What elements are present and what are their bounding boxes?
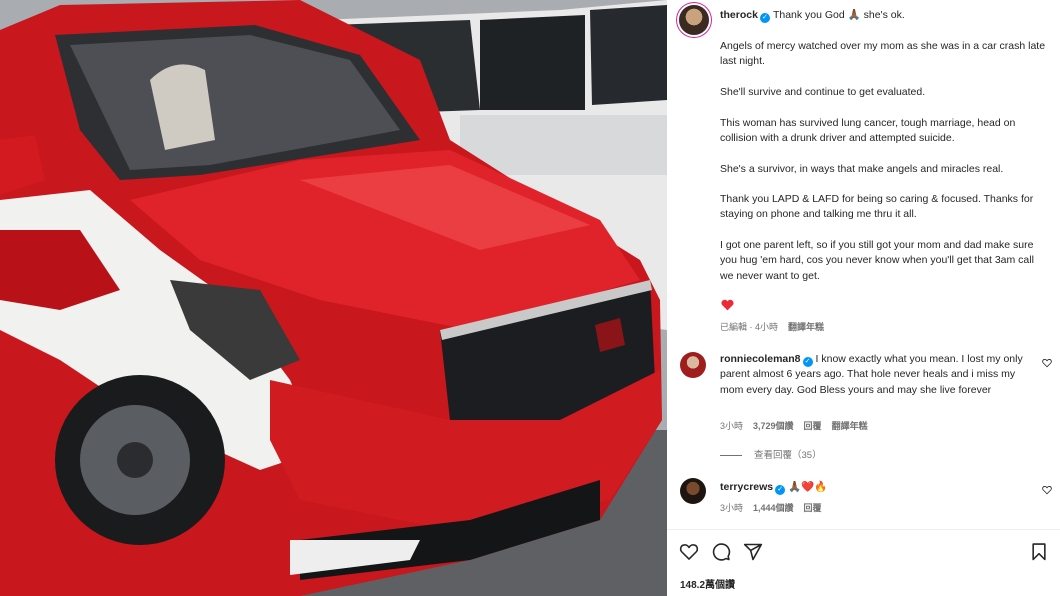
comment-icon[interactable] — [711, 542, 731, 562]
comment-like-heart-icon[interactable] — [1042, 485, 1052, 495]
comment-time: 3小時 — [720, 421, 744, 431]
caption-paragraph-4: She's a survivor, in ways that make ange… — [720, 163, 1004, 175]
caption-paragraph-5: Thank you LAPD & LAFD for being so carin… — [720, 193, 1034, 221]
post-side-panel: therock ✓ Thank you God 🙏🏾 she's ok. Angel… — [667, 0, 1060, 596]
comment-avatar[interactable] — [680, 478, 706, 504]
caption-edited-time: 已編輯 · 4小時 — [720, 322, 779, 332]
bookmark-icon[interactable] — [1029, 542, 1049, 562]
comment-avatar[interactable] — [680, 352, 706, 378]
caption-translate-link[interactable]: 翻譯年糕 — [788, 322, 824, 332]
verified-icon: ✓ — [802, 357, 813, 367]
comment-time: 3小時 — [720, 503, 744, 513]
caption-meta: 已編輯 · 4小時 翻譯年糕 — [720, 320, 834, 333]
comment-2: terrycrews ✓ 🙏🏾❤️🔥 — [720, 480, 1025, 495]
post-photo[interactable] — [0, 0, 667, 596]
caption-paragraph-3: This woman has survived lung cancer, tou… — [720, 117, 1016, 145]
comment-reply-button[interactable]: 回覆 — [804, 421, 822, 431]
caption-paragraph-6: I got one parent left, so if you still g… — [720, 239, 1034, 282]
comment-likes-count[interactable]: 3,729個讚 — [753, 421, 794, 431]
comment-1-meta: 3小時 3,729個讚 回覆 翻譯年糕 — [720, 419, 878, 432]
comment-text: 🙏🏾❤️🔥 — [788, 481, 828, 493]
comment-2-meta: 3小時 1,444個讚 回覆 — [720, 501, 832, 514]
caption-header: therock ✓ Thank you God 🙏🏾 she's ok. — [720, 8, 1050, 23]
actions-divider — [667, 529, 1060, 530]
comment-1: ronniecoleman8 ✓ I know exactly what you m… — [720, 352, 1025, 398]
post-likes-count[interactable]: 148.2萬個讚 — [680, 576, 735, 591]
comment-translate-link[interactable]: 翻譯年糕 — [832, 421, 868, 431]
caption-paragraph-1: Angels of mercy watched over my mom as s… — [720, 40, 1046, 68]
post-action-bar — [679, 542, 1051, 562]
author-avatar[interactable] — [679, 5, 709, 35]
caption-paragraph-2: She'll survive and continue to get evalu… — [720, 86, 926, 98]
verified-icon: ✓ — [775, 485, 786, 495]
comment-username[interactable]: ronniecoleman8 — [720, 353, 801, 365]
replies-divider-line — [720, 454, 742, 456]
view-replies-button[interactable]: 查看回覆（35） — [720, 447, 822, 461]
comment-likes-count[interactable]: 1,444個讚 — [753, 503, 794, 513]
share-icon[interactable] — [743, 542, 763, 562]
red-heart-emoji — [721, 299, 734, 311]
view-replies-label: 查看回覆（35） — [754, 450, 822, 461]
comment-reply-button[interactable]: 回覆 — [804, 503, 822, 513]
comment-username[interactable]: terrycrews — [720, 481, 773, 493]
comment-like-heart-icon[interactable] — [1042, 358, 1052, 368]
heart-icon[interactable] — [679, 542, 699, 562]
caption-head: Thank you God 🙏🏾 she's ok. — [772, 9, 905, 21]
car-photo-illustration — [0, 0, 667, 596]
author-username[interactable]: therock — [720, 9, 758, 21]
verified-icon: ✓ — [759, 13, 770, 23]
